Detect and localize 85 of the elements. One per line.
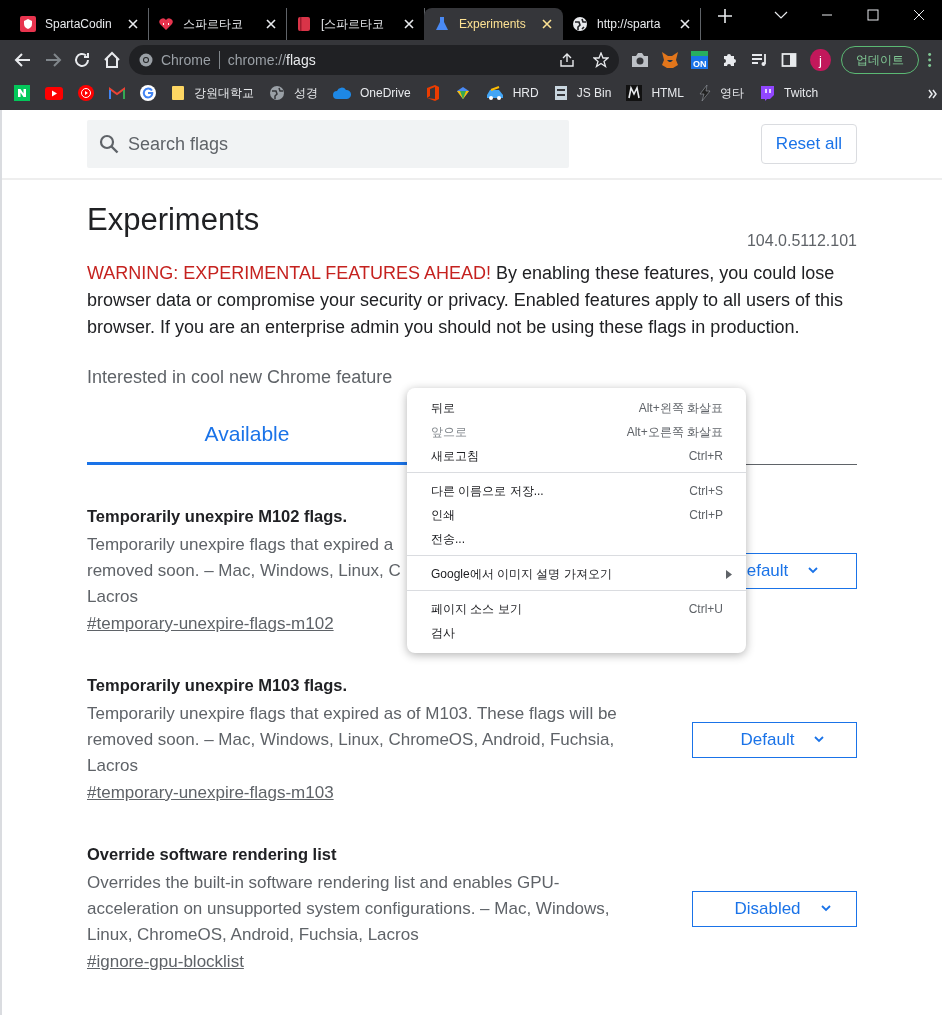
office-icon[interactable] <box>425 85 440 101</box>
folder-icon[interactable] <box>171 85 185 101</box>
menu-item[interactable]: 다른 이름으로 저장... Ctrl+S <box>407 479 746 503</box>
bookmark-link[interactable]: 강원대학교 <box>194 84 254 102</box>
new-tab-icon[interactable] <box>718 8 732 23</box>
menu-item[interactable]: 검사 <box>407 621 746 645</box>
flask-icon <box>434 16 450 32</box>
playlist-icon[interactable] <box>750 52 769 68</box>
server-icon[interactable] <box>553 85 568 101</box>
flag-description-line: Lacros <box>87 755 140 777</box>
lightning-icon[interactable] <box>699 85 712 101</box>
m-logo-icon[interactable] <box>626 85 643 101</box>
bookmark-link[interactable]: HTML <box>651 86 685 100</box>
close-icon[interactable] <box>266 19 276 29</box>
side-panel-icon[interactable] <box>781 52 798 68</box>
cloud-icon[interactable] <box>333 87 351 99</box>
home-icon[interactable] <box>103 51 122 69</box>
bookmark-link[interactable]: 영타 <box>720 84 745 102</box>
flag-description-line: Temporarily unexpire flags that expired a <box>87 534 395 556</box>
back-arrow-icon[interactable] <box>13 51 32 69</box>
bookmark-link[interactable]: Twitch <box>784 86 819 100</box>
bookmark-link[interactable]: JS Bin <box>576 86 612 100</box>
shield-icon <box>20 16 36 32</box>
site-chip: Chrome <box>160 51 220 69</box>
submenu-arrow-icon <box>726 569 732 579</box>
chevron-down-icon <box>808 567 819 574</box>
bookmark-link[interactable]: 성경 <box>294 84 318 102</box>
star-icon[interactable] <box>592 52 609 68</box>
close-icon[interactable] <box>680 19 690 29</box>
gem-icon[interactable] <box>454 85 471 101</box>
intro-text: Interested in cool new Chrome feature <box>87 367 394 388</box>
chevron-right-icon[interactable] <box>928 89 938 99</box>
heart-icon <box>158 16 174 32</box>
play-circle-icon[interactable] <box>78 85 94 101</box>
menu-item[interactable]: 인쇄 Ctrl+P <box>407 503 746 527</box>
page-title: Experiments <box>87 202 260 238</box>
close-icon[interactable] <box>542 19 552 29</box>
menu-item[interactable]: 새로고침 Ctrl+R <box>407 444 746 468</box>
car-icon[interactable] <box>485 86 504 100</box>
browser-tab[interactable]: Experiments <box>424 8 563 40</box>
flag-description-line: acceleration on unsupported system configurations. – Mac, Windows, <box>87 898 610 920</box>
flag-select[interactable]: Disabled <box>692 890 857 927</box>
chevron-down-icon <box>814 736 825 743</box>
flag-description-line: Lacros <box>87 586 140 608</box>
url-text: chrome://flags <box>227 52 317 68</box>
chevron-down-icon <box>820 905 831 912</box>
profile-avatar[interactable]: j <box>810 49 831 71</box>
play-icon[interactable] <box>45 86 63 100</box>
flag-title: Override software rendering list <box>87 845 338 864</box>
fox-icon[interactable] <box>660 51 679 69</box>
globe-icon[interactable] <box>269 85 285 101</box>
menu-item[interactable]: 뒤로 Alt+왼쪽 화살표 <box>407 396 746 420</box>
flag-link[interactable]: #temporary-unexpire-flags-m103 <box>87 783 617 803</box>
camera-icon[interactable] <box>630 52 649 68</box>
search-field[interactable]: Search flags <box>87 120 569 168</box>
reset-all-button[interactable]: Reset all <box>760 124 857 164</box>
speech-bubble-icon[interactable] <box>759 85 776 101</box>
flag-description-line: removed soon. – Mac, Windows, Linux, ChromeOS, Android, Fuchsia, <box>87 729 616 751</box>
globe-icon <box>572 16 588 32</box>
bookmark-link[interactable]: HRD <box>512 86 539 100</box>
flag-link[interactable]: #ignore-gpu-blocklist <box>87 952 610 972</box>
reload-icon[interactable] <box>73 51 92 69</box>
warning-text: WARNING: EXPERIMENTAL FEATURES AHEAD! By enabling these features, you could lose browser data or compromise your security or privacy. Enabled features apply to all users of this browser. If you are an enterprise admin you should not be using these flags in production. <box>87 262 844 339</box>
g-logo-icon[interactable] <box>140 85 156 101</box>
address-bar[interactable]: Chrome chrome://flags <box>128 45 619 75</box>
close-icon[interactable] <box>128 19 138 29</box>
version-number: 104.0.5112.101 <box>746 232 857 250</box>
mail-icon[interactable] <box>109 87 125 99</box>
menu-item[interactable]: 페이지 소스 보기 Ctrl+U <box>407 597 746 621</box>
flag-select[interactable]: Default <box>692 721 857 758</box>
bookmark-link[interactable]: OneDrive <box>360 86 411 100</box>
book-icon <box>296 16 312 32</box>
menu-item[interactable]: 전송... <box>407 527 746 551</box>
flag-description-line: Temporarily unexpire flags that expired as of M103. These flags will be <box>87 703 617 725</box>
extension-badge[interactable]: ON <box>691 51 709 69</box>
chrome-logo-icon <box>138 53 153 67</box>
flag-title: Temporarily unexpire M103 flags. <box>87 676 349 695</box>
flag-description-line: Overrides the built-in software rendering list and enables GPU- <box>87 872 561 894</box>
close-icon[interactable] <box>404 19 414 29</box>
flag-description-line: Linux, ChromeOS, Android, Fuchsia, Lacros <box>87 924 420 946</box>
flag-description-line: removed soon. – Mac, Windows, Linux, C <box>87 560 401 582</box>
puzzle-icon[interactable] <box>722 52 738 68</box>
flag-link[interactable]: #temporary-unexpire-flags-m102 <box>87 614 401 634</box>
flag-title: Temporarily unexpire M102 flags. <box>87 507 349 526</box>
share-icon[interactable] <box>558 52 575 68</box>
